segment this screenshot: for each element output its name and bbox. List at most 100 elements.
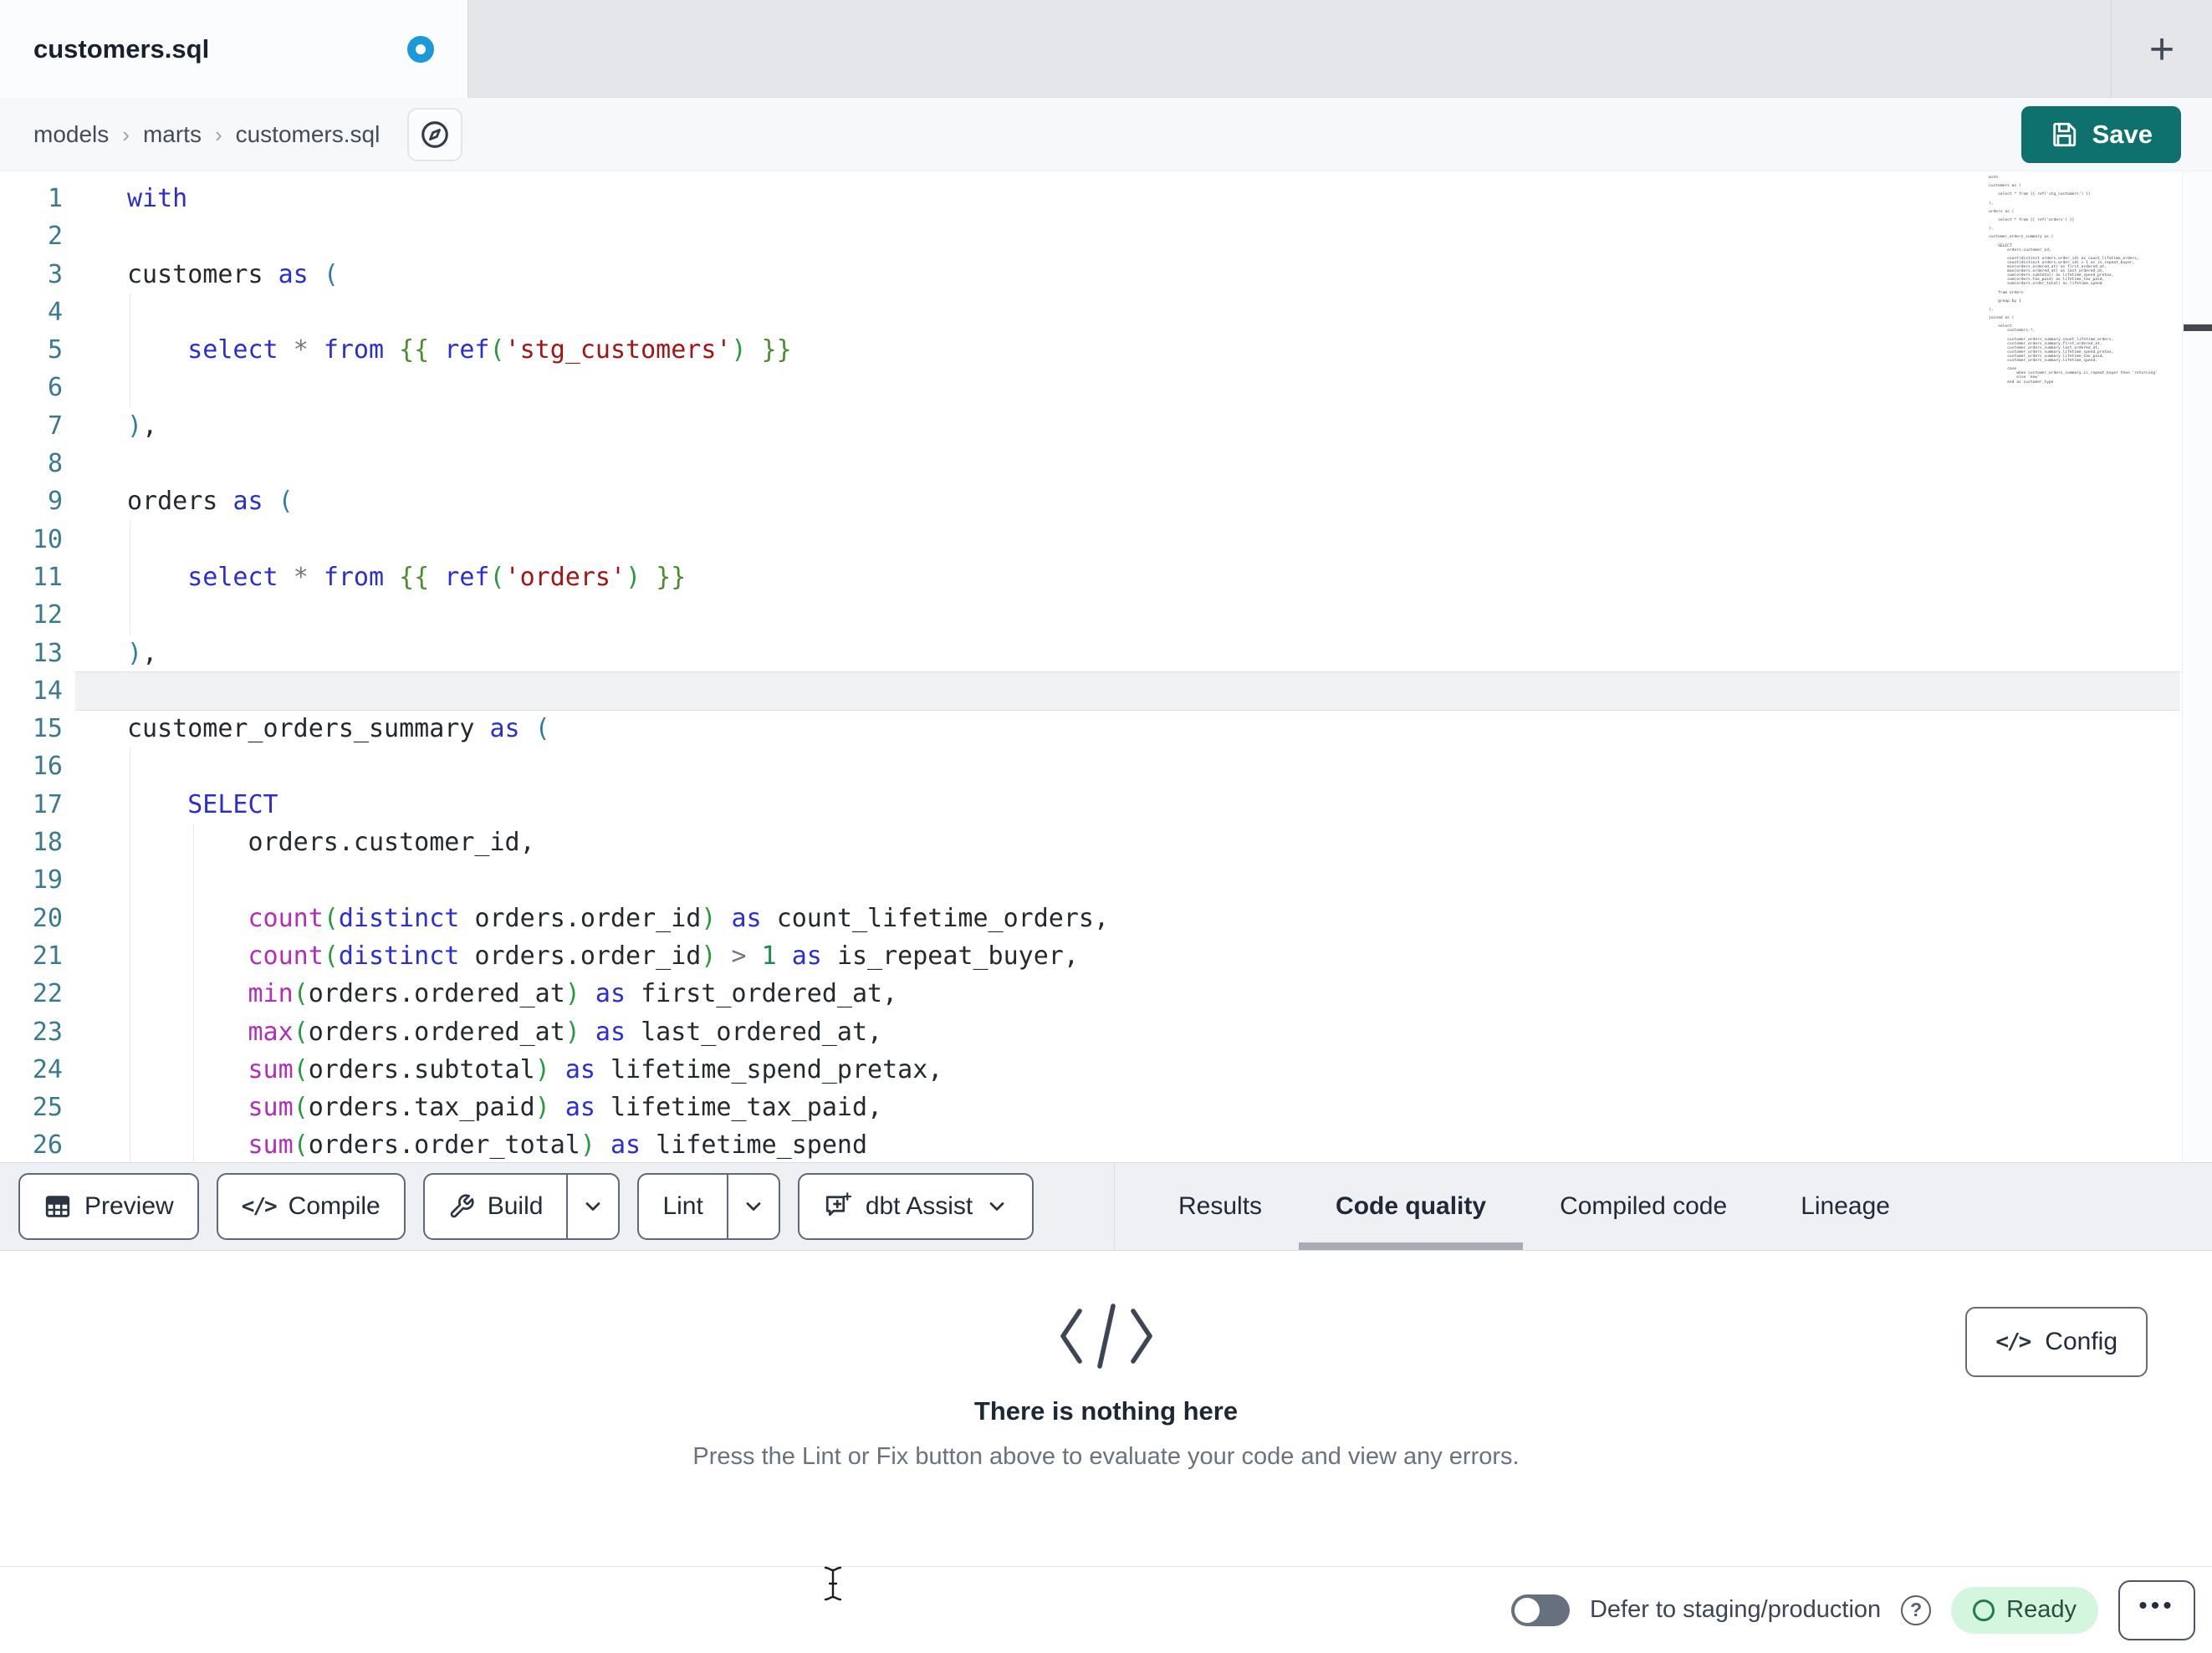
compile-button-label: Compile <box>288 1192 381 1220</box>
line-number: 22 <box>32 979 63 1009</box>
code-brackets-icon <box>0 1298 2212 1375</box>
status-dot-icon <box>1973 1599 1995 1621</box>
build-button-label: Build <box>487 1192 544 1220</box>
chat-sparkle-icon <box>823 1191 853 1222</box>
overflow-menu-button[interactable]: ••• <box>2118 1579 2195 1640</box>
tab-title: customers.sql <box>33 33 210 64</box>
code-line-18[interactable]: orders.customer_id, <box>127 824 2180 862</box>
code-line-9[interactable]: orders as ( <box>127 482 2180 520</box>
status-badge: Ready <box>1951 1586 2098 1634</box>
build-dropdown-button[interactable] <box>566 1175 618 1238</box>
breadcrumb: models › marts › customers.sql <box>33 98 380 171</box>
config-button-label: Config <box>2045 1328 2117 1355</box>
code-line-11[interactable]: select * from {{ ref('orders') }} <box>127 558 2180 597</box>
code-line-4[interactable] <box>127 293 2180 332</box>
ellipsis-icon: ••• <box>2138 1591 2175 1620</box>
tab-customers-sql[interactable]: customers.sql <box>0 0 468 98</box>
code-line-26[interactable]: sum(orders.order_total) as lifetime_spen… <box>127 1126 2180 1162</box>
indent-guide <box>193 861 194 900</box>
save-icon <box>2050 120 2078 149</box>
code-line-3[interactable]: customers as ( <box>127 256 2180 293</box>
line-number: 25 <box>32 1093 63 1123</box>
dbt-assist-button-label: dbt Assist <box>865 1192 973 1220</box>
code-line-7[interactable]: ), <box>127 407 2180 445</box>
dbt-assist-button[interactable]: dbt Assist <box>797 1173 1034 1240</box>
help-icon[interactable]: ? <box>1901 1594 1932 1625</box>
line-number: 16 <box>32 752 63 782</box>
empty-state-subtitle: Press the Lint or Fix button above to ev… <box>692 1443 1520 1470</box>
lint-split-button[interactable]: Lint <box>637 1173 780 1240</box>
code-line-10[interactable] <box>127 520 2180 559</box>
line-number: 17 <box>32 789 63 819</box>
tab-lineage[interactable]: Lineage <box>1764 1163 1927 1250</box>
line-number: 9 <box>47 487 63 517</box>
lint-dropdown-button[interactable] <box>726 1175 779 1238</box>
code-line-17[interactable]: SELECT <box>127 785 2180 824</box>
code-line-21[interactable]: count(distinct orders.order_id) > 1 as i… <box>127 936 2180 976</box>
wrench-icon <box>448 1193 475 1220</box>
code-line-14[interactable] <box>75 671 2180 712</box>
editor-tab-bar: customers.sql + <box>0 0 2212 98</box>
table-icon <box>43 1192 72 1221</box>
chevron-down-icon <box>581 1195 605 1218</box>
breadcrumb-item-marts: marts <box>142 121 202 147</box>
defer-label: Defer to staging/production <box>1589 1596 1882 1623</box>
lint-button[interactable]: Lint <box>639 1175 726 1238</box>
lint-button-label: Lint <box>662 1192 703 1220</box>
tab-results[interactable]: Results <box>1142 1163 1299 1250</box>
line-number: 8 <box>47 449 63 479</box>
editor-scrollbar-track[interactable] <box>2182 171 2212 1162</box>
code-line-15[interactable]: customer_orders_summary as ( <box>127 710 2180 747</box>
save-button[interactable]: Save <box>2020 106 2181 163</box>
breadcrumb-item-models: models <box>33 121 110 147</box>
tab-bar-separator <box>2111 0 2112 98</box>
code-line-22[interactable]: min(orders.ordered_at) as first_ordered_… <box>127 975 2180 1013</box>
editor-scrollbar-thumb[interactable] <box>2184 324 2212 331</box>
code-line-2[interactable] <box>127 217 2180 255</box>
build-button[interactable]: Build <box>425 1175 567 1238</box>
defer-toggle[interactable] <box>1510 1594 1570 1626</box>
code-content[interactable]: with customers as ( select * from {{ ref(… <box>75 180 2180 1162</box>
code-line-24[interactable]: sum(orders.subtotal) as lifetime_spend_p… <box>127 1050 2180 1089</box>
breadcrumb-separator-icon: › <box>122 121 130 147</box>
code-quality-panel: There is nothing here Press the Lint or … <box>0 1251 2212 1566</box>
code-line-19[interactable] <box>127 861 2180 900</box>
code-brackets-icon: </> <box>241 1194 278 1219</box>
line-number: 7 <box>47 411 63 441</box>
toolbar-divider <box>1114 1163 1115 1250</box>
line-number: 4 <box>47 297 63 327</box>
tab-code-quality[interactable]: Code quality <box>1299 1163 1524 1250</box>
config-button[interactable]: </> Config <box>1965 1307 2148 1377</box>
navigate-button[interactable] <box>407 108 462 161</box>
dbt-ide-window: customers.sql + models › marts › custome… <box>0 0 2212 1653</box>
preview-button[interactable]: Preview <box>18 1173 199 1240</box>
line-number: 14 <box>32 676 63 706</box>
code-line-6[interactable] <box>127 369 2180 407</box>
code-line-23[interactable]: max(orders.ordered_at) as last_ordered_a… <box>127 1013 2180 1051</box>
tab-compiled-code[interactable]: Compiled code <box>1523 1163 1764 1250</box>
line-number: 18 <box>32 828 63 858</box>
code-line-25[interactable]: sum(orders.tax_paid) as lifetime_tax_pai… <box>127 1089 2180 1127</box>
code-editor[interactable]: 1 2 3 4 5 6 7 8 9 10 11 12 13 14 15 16 17 18 19 20 21 22 23 24 2… <box>0 171 2212 1162</box>
compile-button[interactable]: </> Compile <box>216 1173 406 1240</box>
minimap[interactable]: with customers as ( select * from {{ ref… <box>1989 176 2179 386</box>
status-badge-label: Ready <box>2006 1596 2077 1623</box>
status-bar: Defer to staging/production ? Ready ••• <box>0 1566 2212 1653</box>
code-line-20[interactable]: count(distinct orders.order_id) as count… <box>127 899 2180 937</box>
line-number: 26 <box>32 1130 63 1161</box>
line-number: 23 <box>32 1017 63 1047</box>
code-line-8[interactable] <box>127 445 2180 482</box>
line-number: 19 <box>32 865 63 895</box>
code-line-12[interactable] <box>127 596 2180 635</box>
code-line-1[interactable]: with <box>127 180 2180 217</box>
build-split-button[interactable]: Build <box>422 1173 621 1240</box>
result-panel-tabs: Results Code quality Compiled code Linea… <box>1142 1163 1927 1250</box>
code-line-5[interactable]: select * from {{ ref('stg_customers') }} <box>127 331 2180 370</box>
chevron-down-icon <box>985 1195 1009 1218</box>
toolbar-button-row: Preview </> Compile Build Lint dbt Assis… <box>18 1173 1034 1240</box>
code-line-13[interactable]: ), <box>127 635 2180 672</box>
code-line-16[interactable] <box>127 747 2180 786</box>
breadcrumb-item-file: customers.sql <box>235 121 381 147</box>
new-tab-button[interactable]: + <box>2131 18 2193 80</box>
save-button-label: Save <box>2092 120 2153 149</box>
